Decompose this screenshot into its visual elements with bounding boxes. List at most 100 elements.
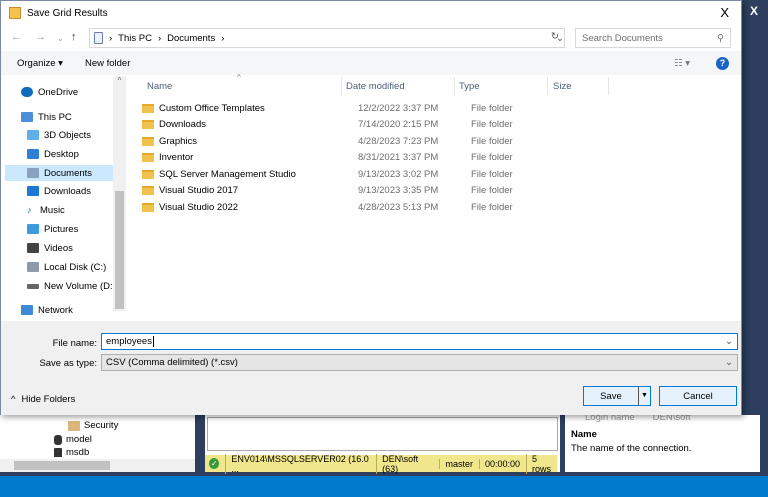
search-placeholder: Search Documents: [582, 32, 663, 44]
save-type-label: Save as type:: [39, 358, 97, 369]
address-bar[interactable]: › This PC › Documents › ⌄: [89, 28, 565, 48]
file-row[interactable]: Downloads 7/14/2020 2:15 PM File folder: [142, 117, 582, 133]
file-date: 9/13/2023 3:35 PM: [358, 185, 439, 196]
file-name-input[interactable]: employees ⌄: [101, 333, 738, 350]
status-rows: 5 rows: [526, 453, 557, 474]
search-input[interactable]: Search Documents ⚲: [575, 28, 731, 48]
nav-new-volume[interactable]: New Volume (D:: [27, 278, 113, 294]
column-type[interactable]: Type: [459, 81, 480, 92]
recent-dropdown-icon[interactable]: ⌄: [57, 34, 64, 43]
file-row[interactable]: SQL Server Management Studio 9/13/2023 3:…: [142, 166, 582, 182]
back-icon[interactable]: ←: [11, 31, 22, 43]
file-type: File folder: [471, 201, 513, 213]
file-date: 12/2/2022 3:37 PM: [358, 102, 439, 114]
status-db: master: [439, 458, 473, 469]
file-name-dropdown-icon[interactable]: ⌄: [725, 336, 733, 347]
tree-msdb[interactable]: msdb: [66, 448, 89, 457]
new-folder-button[interactable]: New folder: [85, 58, 130, 69]
database-icon: [54, 434, 62, 445]
file-name-label: File name:: [52, 338, 97, 349]
chevron-down-icon: ⌄: [725, 357, 733, 368]
file-name: Visual Studio 2022: [159, 201, 239, 213]
bg-close-icon[interactable]: X: [750, 4, 758, 18]
nav-music[interactable]: ♪ Music: [27, 202, 119, 218]
nav-scrollbar-thumb[interactable]: [115, 191, 124, 309]
nav-videos[interactable]: Videos: [27, 240, 119, 256]
tree-security[interactable]: Security: [84, 420, 118, 431]
file-name: Visual Studio 2017: [159, 185, 239, 196]
folder-icon: [142, 136, 154, 146]
title-bar: Save Grid Results: [1, 1, 741, 25]
hide-folders-label: Hide Folders: [21, 394, 76, 405]
file-type: File folder: [471, 119, 513, 130]
status-time: 00:00:00: [478, 458, 520, 469]
save-button[interactable]: Save ▼: [583, 386, 651, 406]
search-icon: ⚲: [717, 32, 724, 44]
app-icon: [9, 7, 21, 19]
save-type-select[interactable]: CSV (Comma delimited) (*.csv) ⌄: [101, 354, 738, 371]
folder-icon: [142, 103, 154, 113]
close-icon[interactable]: X: [720, 5, 729, 20]
file-date: 4/28/2023 7:23 PM: [358, 135, 439, 147]
nav-downloads[interactable]: Downloads: [27, 183, 119, 199]
file-row[interactable]: Custom Office Templates 12/2/2022 3:37 PM…: [142, 100, 582, 116]
column-name[interactable]: Name: [147, 81, 172, 92]
save-dropdown-icon[interactable]: ▼: [638, 387, 650, 405]
nav-3d-objects[interactable]: 3D Objects: [27, 127, 119, 143]
file-type: File folder: [471, 185, 513, 196]
view-options-icon[interactable]: ☷ ▾: [674, 58, 690, 69]
nav-local-disk[interactable]: Local Disk (C:): [27, 259, 119, 275]
refresh-icon[interactable]: ↻: [551, 31, 559, 42]
file-name: Custom Office Templates: [159, 102, 265, 114]
folder-icon: [142, 153, 154, 162]
pc-icon: [94, 32, 103, 44]
organize-button[interactable]: Organize ▾: [17, 58, 63, 69]
save-options: File name: employees ⌄ Save as type: CSV …: [1, 321, 741, 415]
sort-ascending-icon: ^: [237, 73, 241, 82]
breadcrumb-this-pc[interactable]: This PC: [118, 33, 152, 44]
horizontal-scrollbar[interactable]: [0, 459, 195, 472]
help-icon[interactable]: ?: [716, 56, 729, 70]
file-type: File folder: [471, 102, 513, 114]
file-name: SQL Server Management Studio: [159, 168, 296, 180]
file-name: Downloads: [159, 119, 206, 130]
file-row[interactable]: Inventor 8/31/2021 3:37 PM File folder: [142, 150, 582, 166]
file-row[interactable]: Graphics 4/28/2023 7:23 PM File folder: [142, 133, 582, 149]
column-date-modified[interactable]: Date modified: [346, 81, 405, 92]
success-icon: ✓: [209, 458, 220, 469]
folder-icon: [142, 169, 154, 179]
breadcrumb-documents[interactable]: Documents: [167, 33, 215, 44]
prop-description: The name of the connection.: [571, 443, 692, 454]
nav-network[interactable]: Network: [21, 302, 113, 318]
file-name: Graphics: [159, 135, 198, 147]
column-size[interactable]: Size: [553, 81, 571, 92]
file-name-value: employees: [106, 336, 154, 347]
file-row[interactable]: Visual Studio 2017 9/13/2023 3:35 PM File …: [142, 183, 582, 199]
hide-folders-button[interactable]: ^ Hide Folders: [11, 394, 75, 405]
file-date: 9/13/2023 3:02 PM: [358, 168, 439, 180]
properties-pane: Login name DEN\soft Name The name of the …: [565, 412, 760, 472]
save-type-value: CSV (Comma delimited) (*.csv): [106, 357, 238, 368]
save-label: Save: [600, 390, 622, 402]
nav-pictures[interactable]: Pictures: [27, 221, 119, 237]
status-user: DEN\soft (63): [376, 453, 433, 474]
file-date: 8/31/2021 3:37 PM: [358, 152, 439, 163]
prop-heading: Name: [571, 429, 597, 440]
file-row[interactable]: Visual Studio 2022 4/28/2023 5:13 PM File …: [142, 199, 582, 215]
file-type: File folder: [471, 168, 513, 180]
nav-desktop[interactable]: Desktop: [27, 146, 119, 162]
cancel-button[interactable]: Cancel: [659, 386, 737, 406]
nav-documents[interactable]: Documents: [5, 165, 113, 181]
up-icon[interactable]: ↑: [71, 31, 77, 43]
forward-icon[interactable]: →: [35, 31, 46, 43]
status-server: ENV014\MSSQLSERVER02 (16.0 ...: [225, 453, 370, 474]
file-type: File folder: [471, 135, 513, 147]
nav-onedrive[interactable]: OneDrive: [21, 84, 113, 100]
file-date: 7/14/2020 2:15 PM: [358, 119, 439, 130]
tree-model[interactable]: model: [66, 434, 92, 445]
nav-this-pc[interactable]: This PC: [21, 109, 113, 125]
dialog-title: Save Grid Results: [27, 7, 108, 19]
file-date: 4/28/2023 5:13 PM: [358, 201, 439, 213]
query-status-bar: ✓ ENV014\MSSQLSERVER02 (16.0 ... DEN\sof…: [205, 453, 557, 474]
folder-icon: [142, 186, 154, 195]
